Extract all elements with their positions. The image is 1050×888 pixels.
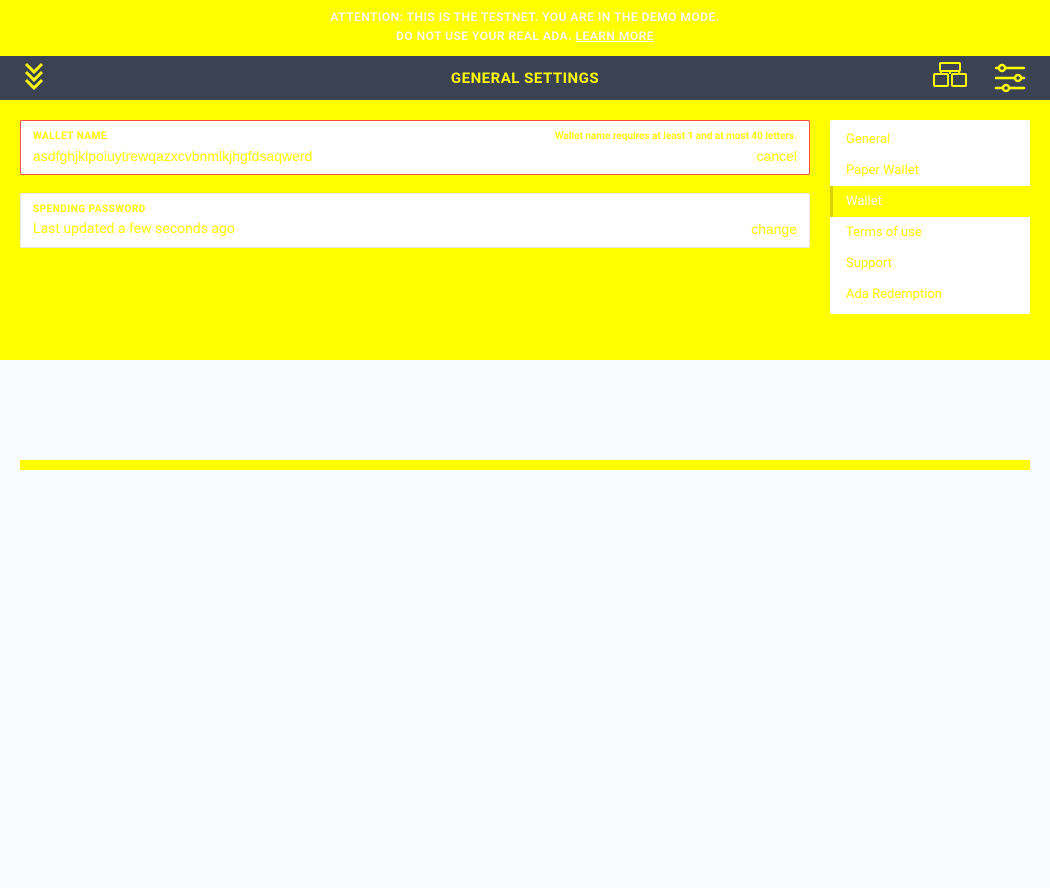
settings-nav: General Paper Wallet Wallet Terms of use…: [830, 120, 1030, 314]
spending-password-change-button[interactable]: change: [741, 221, 797, 237]
spending-password-field: SPENDING PASSWORD Last updated a few sec…: [20, 193, 810, 248]
wallet-name-label: WALLET NAME: [33, 131, 107, 142]
wallet-name-label-row: WALLET NAME Wallet name requires at leas…: [33, 131, 797, 142]
bottom-accent-strip: [20, 460, 1030, 470]
testnet-learn-more-link[interactable]: LEARN MORE: [575, 29, 654, 43]
nav-item-ada-redemption[interactable]: Ada Redemption: [830, 279, 1030, 310]
settings-wrapper: WALLET NAME Wallet name requires at leas…: [0, 100, 1050, 360]
wallet-name-hint: Wallet name requires at least 1 and at m…: [555, 131, 797, 142]
nav-item-general[interactable]: General: [830, 124, 1030, 155]
wallet-name-cancel-button[interactable]: cancel: [747, 148, 797, 164]
wallets-icon[interactable]: [930, 60, 970, 96]
testnet-banner-line2-prefix: DO NOT USE YOUR REAL ADA.: [396, 29, 575, 43]
testnet-banner-line2: DO NOT USE YOUR REAL ADA. LEARN MORE: [0, 27, 1050, 46]
nav-item-paper-wallet[interactable]: Paper Wallet: [830, 155, 1030, 186]
settings-sliders-icon[interactable]: [990, 60, 1030, 96]
topbar-icons: [930, 60, 1030, 96]
topbar: GENERAL SETTINGS: [0, 56, 1050, 100]
content-row: WALLET NAME Wallet name requires at leas…: [20, 120, 1030, 314]
page-title: GENERAL SETTINGS: [451, 69, 599, 87]
wallet-name-field: WALLET NAME Wallet name requires at leas…: [20, 120, 810, 175]
testnet-banner-line1: ATTENTION: THIS IS THE TESTNET. YOU ARE …: [0, 8, 1050, 27]
spending-password-label-row: SPENDING PASSWORD: [33, 204, 797, 215]
wallet-name-input[interactable]: [33, 148, 747, 164]
nav-item-support[interactable]: Support: [830, 248, 1030, 279]
back-arrow-icon[interactable]: [20, 60, 50, 96]
spending-password-label: SPENDING PASSWORD: [33, 204, 146, 215]
nav-item-wallet[interactable]: Wallet: [830, 186, 1030, 217]
spending-password-value-row: Last updated a few seconds ago change: [33, 221, 797, 237]
spending-password-value: Last updated a few seconds ago: [33, 221, 741, 237]
fields-column: WALLET NAME Wallet name requires at leas…: [20, 120, 810, 314]
testnet-banner: ATTENTION: THIS IS THE TESTNET. YOU ARE …: [0, 0, 1050, 56]
wallet-name-value-row: cancel: [33, 148, 797, 164]
nav-item-terms-of-use[interactable]: Terms of use: [830, 217, 1030, 248]
